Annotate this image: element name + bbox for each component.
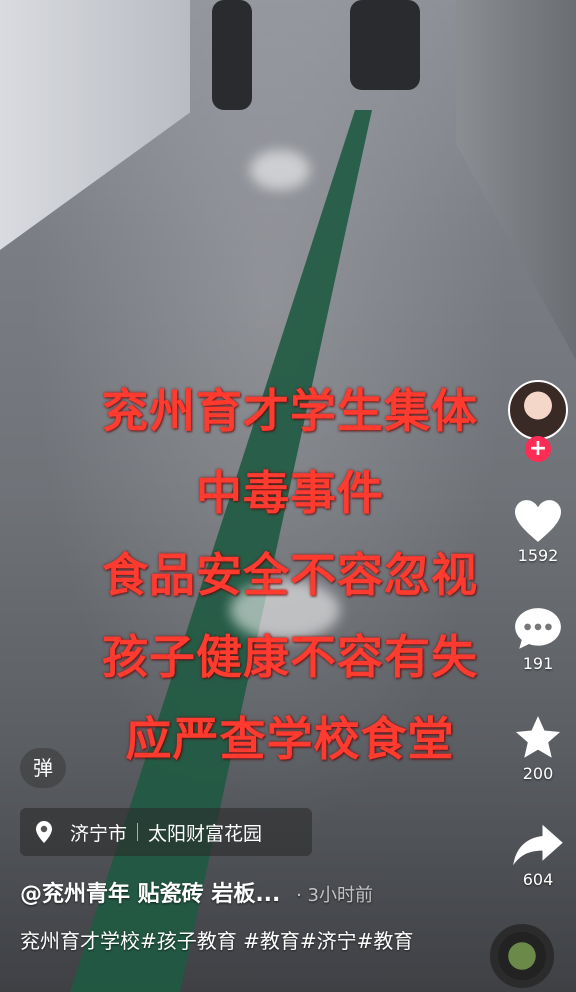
share-count: 604 bbox=[522, 870, 554, 889]
person-silhouette bbox=[212, 0, 252, 110]
share-button[interactable]: 604 bbox=[508, 822, 568, 889]
music-disc-icon[interactable] bbox=[490, 924, 554, 988]
like-button[interactable]: 1592 bbox=[508, 498, 568, 565]
star-icon bbox=[515, 716, 561, 758]
comment-icon bbox=[515, 608, 561, 649]
share-icon bbox=[513, 824, 563, 866]
comment-button[interactable]: 191 bbox=[508, 606, 568, 673]
overlay-line: 食品安全不容忽视 bbox=[102, 548, 478, 602]
caption-hashtags[interactable]: 兖州育才学校#孩子教育 #教育#济宁#教育 bbox=[20, 924, 440, 958]
caption-author-line[interactable]: @兖州青年 贴瓷砖 岩板... · 3小时前 bbox=[20, 876, 373, 908]
danmu-toggle-button[interactable]: 弹 bbox=[20, 748, 66, 788]
follow-button[interactable]: + bbox=[525, 436, 551, 462]
person-silhouette bbox=[350, 0, 420, 90]
favorite-button[interactable]: 200 bbox=[508, 714, 568, 783]
comment-count: 191 bbox=[522, 654, 554, 673]
danmu-label: 弹 bbox=[33, 756, 53, 780]
post-time: · 3小时前 bbox=[296, 885, 373, 906]
plus-icon: + bbox=[528, 436, 548, 461]
overlay-line: 兖州育才学生集体 bbox=[102, 384, 478, 438]
floor-glare bbox=[250, 150, 310, 190]
location-tag[interactable]: 济宁市 太阳财富花园 bbox=[20, 808, 312, 856]
author-avatar[interactable] bbox=[508, 380, 568, 440]
favorite-count: 200 bbox=[522, 764, 554, 783]
location-city: 济宁市 bbox=[70, 822, 128, 845]
location-place: 太阳财富花园 bbox=[148, 822, 263, 845]
overlay-line: 应严查学校食堂 bbox=[125, 712, 455, 766]
overlay-line: 孩子健康不容有失 bbox=[102, 630, 478, 684]
video-overlay-text: 兖州育才学生集体 中毒事件 食品安全不容忽视 孩子健康不容有失 应严查学校食堂 bbox=[60, 370, 520, 780]
location-pin-icon bbox=[36, 821, 52, 843]
overlay-line: 中毒事件 bbox=[196, 466, 384, 520]
like-count: 1592 bbox=[517, 546, 559, 565]
heart-icon bbox=[515, 500, 561, 542]
author-name[interactable]: @兖州青年 贴瓷砖 岩板... bbox=[20, 882, 280, 907]
location-divider bbox=[137, 823, 139, 841]
